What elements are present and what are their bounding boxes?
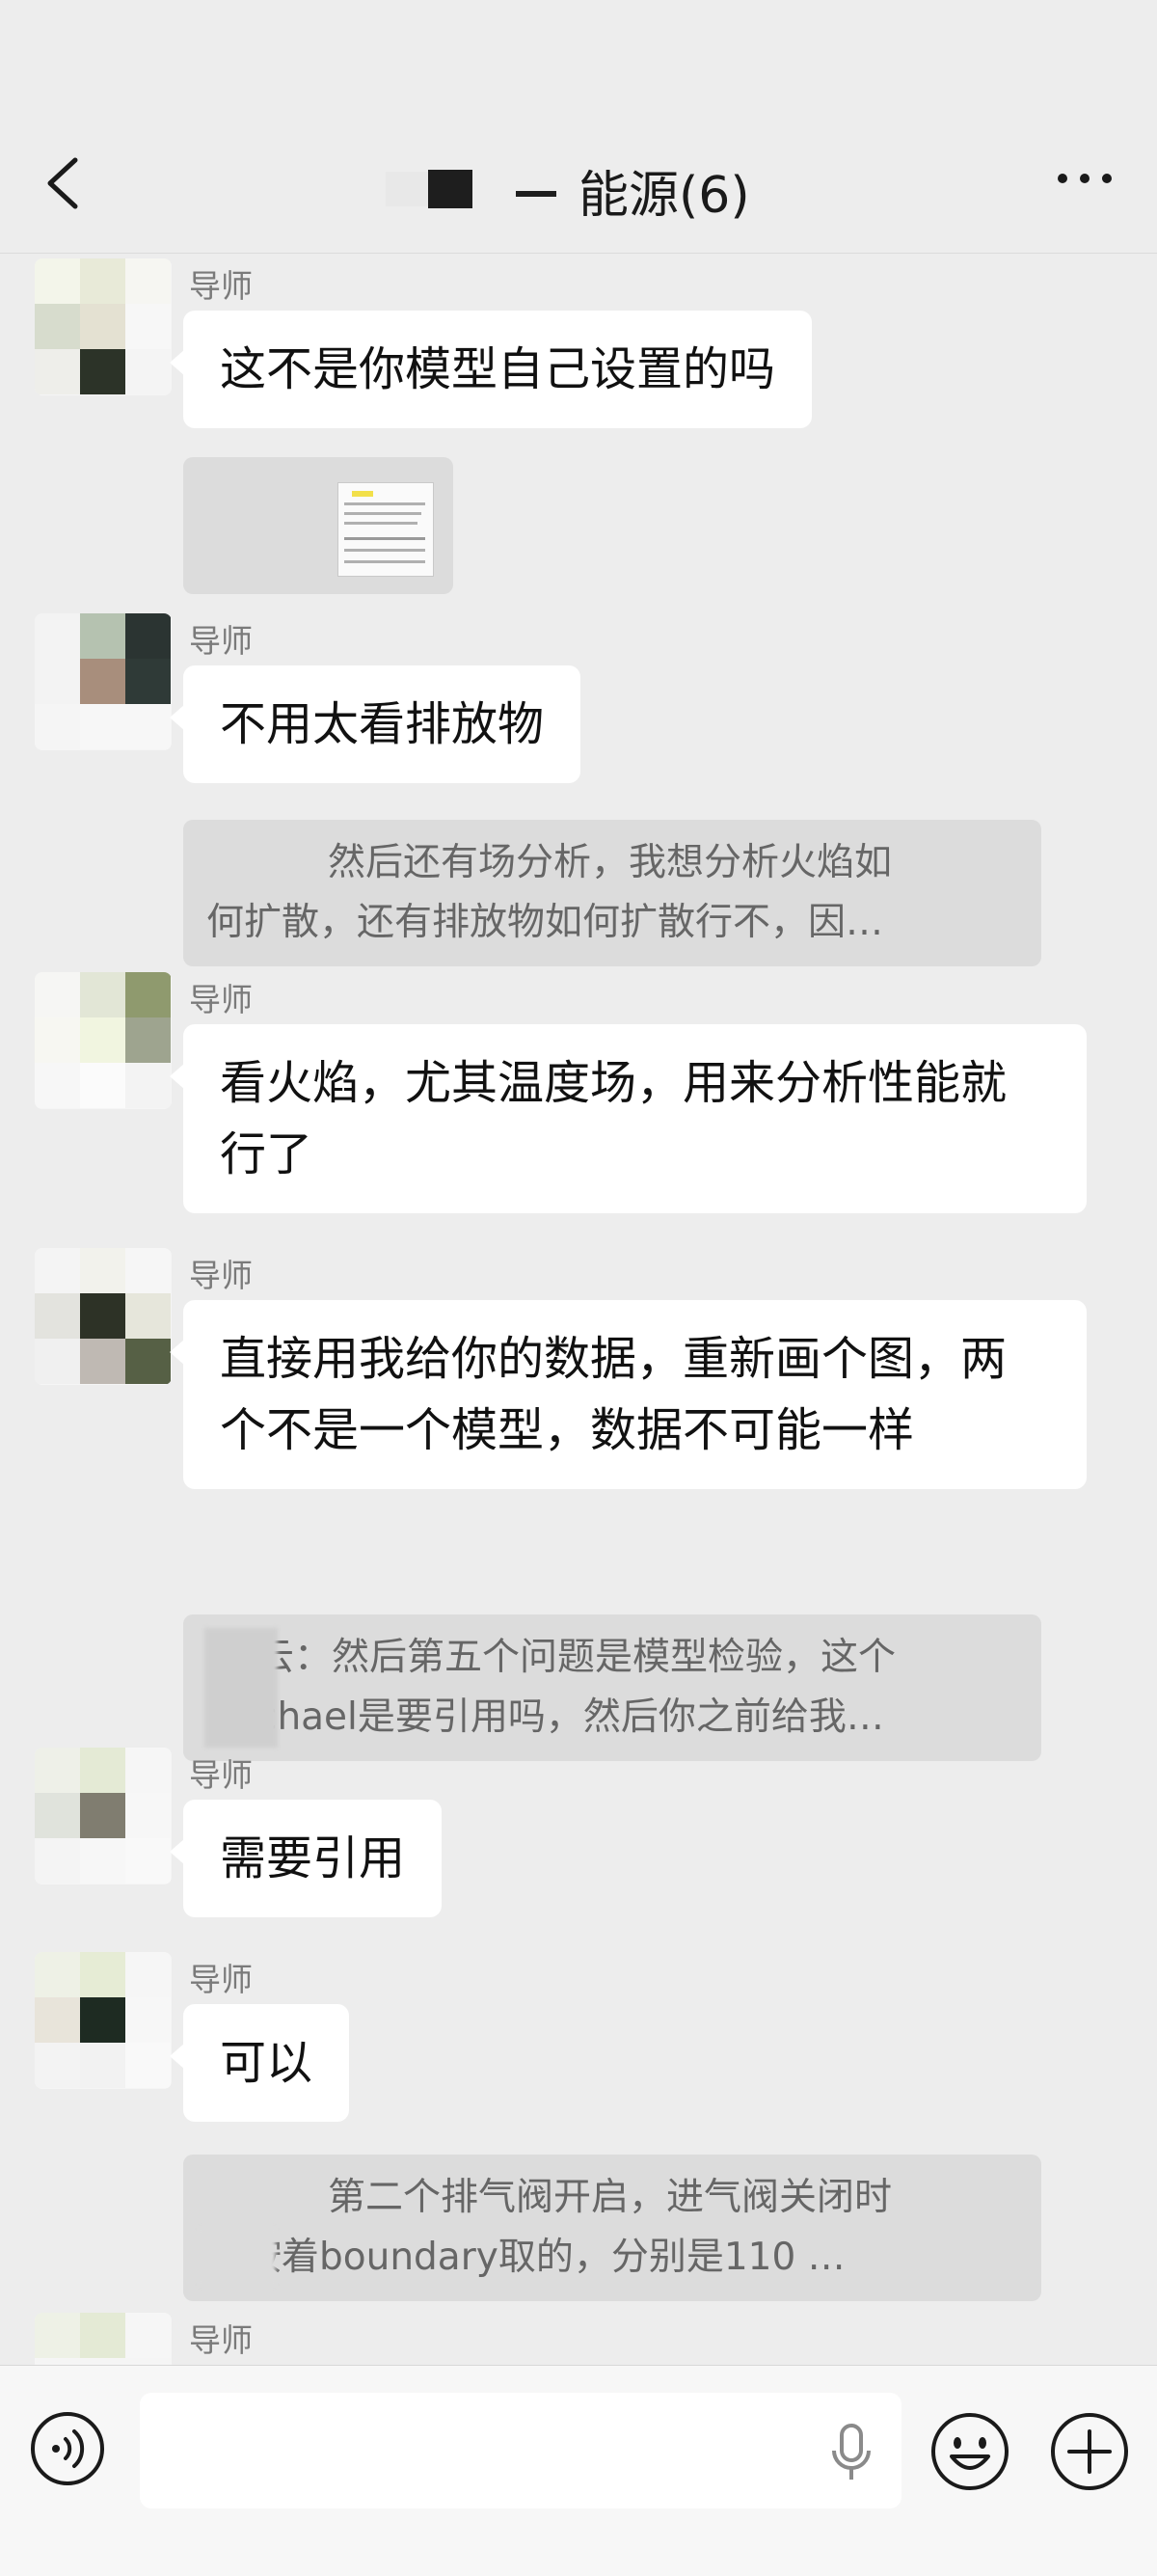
quoted-text-line: 我按着boundary取的，分别是110 …: [206, 2236, 846, 2279]
chat-title: 能源(6): [578, 167, 750, 225]
message-bubble[interactable]: 需要引用: [169, 1800, 443, 1917]
plus-button[interactable]: [1048, 2410, 1131, 2493]
chat-header: 能源(6): [0, 0, 1157, 254]
message-bubble[interactable]: 不用太看排放物: [169, 665, 581, 783]
avatar[interactable]: [35, 972, 172, 1109]
quoted-image-thumbnail: [337, 482, 434, 577]
sender-name: 导师: [189, 2321, 253, 2359]
back-arrow-icon: [47, 157, 78, 209]
plus-icon: [1051, 2413, 1128, 2490]
avatar[interactable]: [35, 258, 172, 395]
message-input[interactable]: [140, 2393, 901, 2508]
emoji-button[interactable]: [928, 2410, 1011, 2493]
quoted-text-line: 何扩散，还有排放物如何扩散行不，因…: [206, 901, 884, 944]
quoted-message[interactable]: 第二个排气阀开启，进气阀关闭时 我按着boundary取的，分别是110 …: [183, 2155, 1041, 2301]
sender-name: 导师: [189, 622, 253, 660]
more-dots-icon: [1058, 174, 1112, 183]
sender-name: 导师: [189, 1257, 253, 1294]
emoji-icon: [931, 2413, 1009, 2490]
redaction-mask: [199, 2228, 276, 2286]
sender-name: 导师: [189, 1756, 253, 1794]
quoted-text-line: 第二个排气阀开启，进气阀关闭时: [328, 2176, 893, 2219]
message-bubble[interactable]: 直接用我给你的数据，重新画个图，两个不是一个模型，数据不可能一样: [170, 1300, 1087, 1489]
more-button[interactable]: [1051, 159, 1118, 198]
microphone-icon: [832, 2424, 871, 2480]
quoted-image[interactable]: [183, 457, 453, 594]
avatar[interactable]: [35, 1952, 172, 2089]
quoted-text-line: 然后还有场分析，我想分析火焰如: [328, 841, 893, 884]
quoted-message[interactable]: 云：然后第五个问题是模型检验，这个 chael是要引用吗，然后你之前给我…: [183, 1614, 1041, 1761]
back-button[interactable]: [39, 154, 96, 212]
message-bubble[interactable]: 看火焰，尤其温度场，用来分析性能就行了: [170, 1024, 1087, 1213]
avatar[interactable]: [35, 1748, 172, 1885]
message-list[interactable]: 导师 这不是你模型自己设置的吗 导师 不用太看排放物 然后还有场分析，我想分析火…: [0, 253, 1157, 2365]
voice-button[interactable]: [29, 2410, 106, 2487]
avatar[interactable]: [35, 1248, 172, 1385]
quoted-message[interactable]: 然后还有场分析，我想分析火焰如 何扩散，还有排放物如何扩散行不，因…: [183, 820, 1041, 966]
sender-name: 导师: [189, 1961, 253, 1998]
message-bubble[interactable]: 这不是你模型自己设置的吗: [169, 311, 813, 428]
avatar[interactable]: [35, 613, 172, 750]
avatar[interactable]: [35, 2313, 172, 2365]
input-bar: [0, 2365, 1157, 2576]
sender-name: 导师: [189, 981, 253, 1018]
voice-icon: [31, 2412, 104, 2485]
message-bubble[interactable]: 可以: [169, 2004, 350, 2122]
redaction-mask: [204, 1628, 278, 1748]
quoted-text-line: chael是要引用吗，然后你之前给我…: [256, 1695, 884, 1739]
quoted-text-line: 云：然后第五个问题是模型检验，这个: [256, 1636, 897, 1679]
microphone-button[interactable]: [824, 2422, 878, 2483]
sender-name: 导师: [189, 267, 253, 305]
